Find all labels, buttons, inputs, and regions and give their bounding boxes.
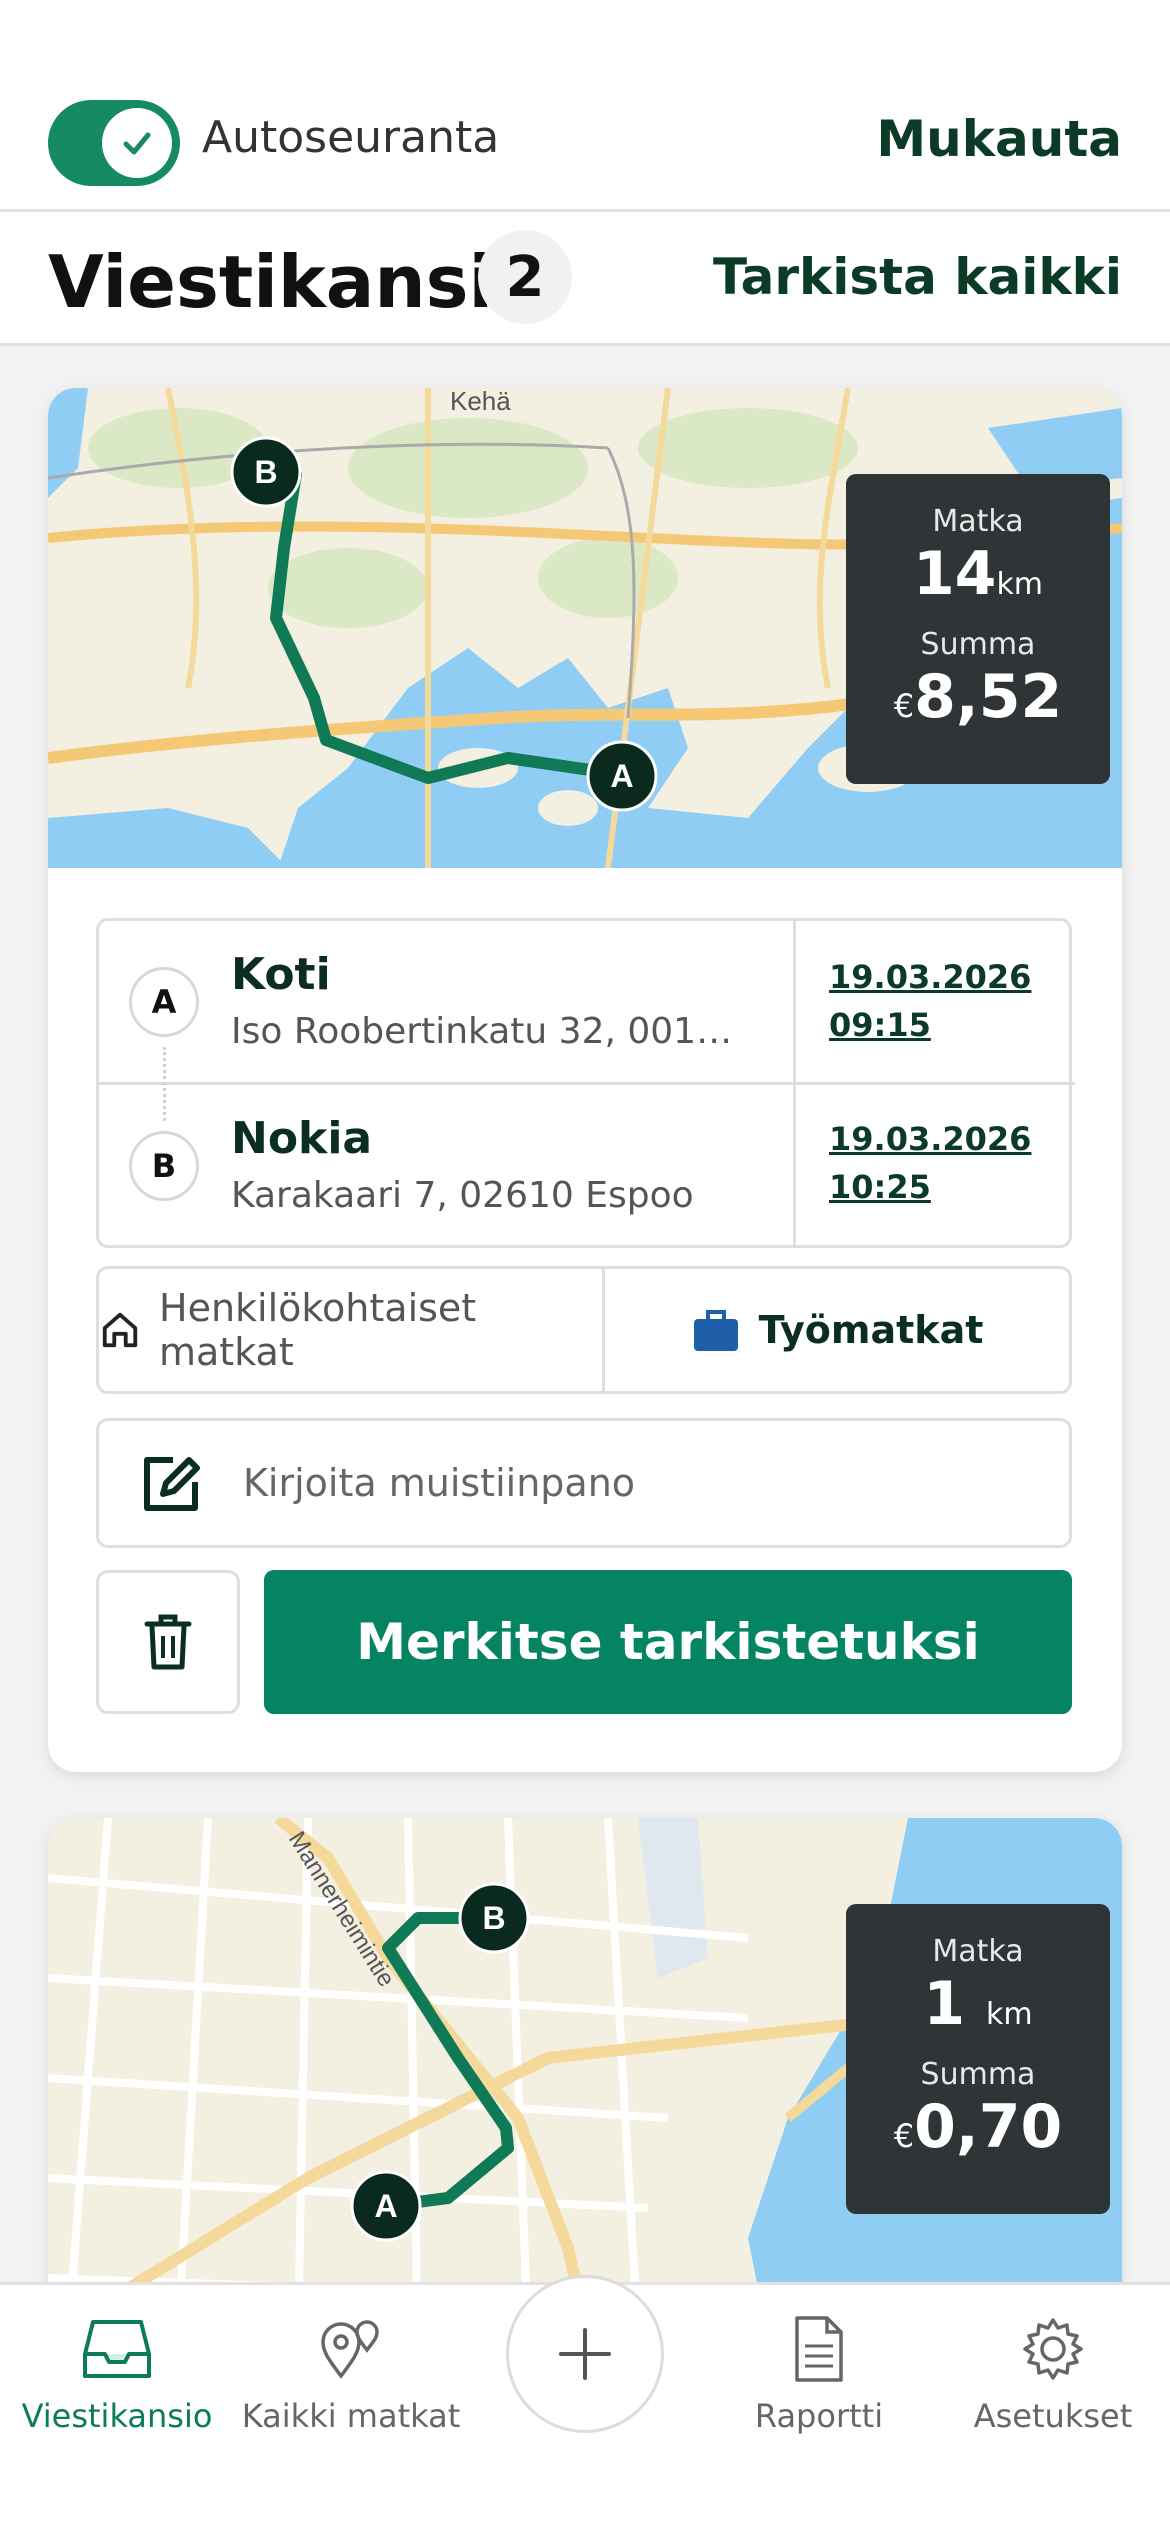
tab-report-label: Raportti bbox=[754, 2397, 884, 2435]
currency-symbol: € bbox=[893, 687, 915, 725]
end-place-name: Nokia bbox=[231, 1113, 373, 1164]
trip-type-selector: Henkilökohtaiset matkat Työmatkat bbox=[96, 1266, 1072, 1394]
trip-stats-panel: Matka 14km Summa €8,52 bbox=[846, 474, 1110, 784]
map-pins-icon bbox=[321, 2320, 379, 2379]
end-datetime[interactable]: 19.03.2026 10:25 bbox=[829, 1115, 1031, 1211]
home-icon bbox=[102, 1312, 138, 1348]
sum-value: €8,52 bbox=[893, 662, 1063, 732]
note-placeholder: Kirjoita muistiinpano bbox=[243, 1461, 636, 1505]
end-place-address: Karakaari 7, 02610 Espoo bbox=[231, 1175, 694, 1216]
page-title: Viestikansio bbox=[48, 240, 543, 324]
start-datetime[interactable]: 19.03.2026 09:15 bbox=[829, 953, 1031, 1049]
document-icon bbox=[795, 2316, 843, 2382]
gear-icon bbox=[1023, 2318, 1083, 2380]
briefcase-icon bbox=[693, 1310, 738, 1351]
check-icon bbox=[123, 132, 151, 155]
personal-trips-label: Henkilökohtaiset matkat bbox=[159, 1286, 477, 1374]
autotrack-toggle[interactable] bbox=[48, 100, 180, 186]
trip-card: Kehä B A Matka 14km Summa €8,52 A Koti I… bbox=[48, 388, 1122, 1772]
map-label-kehä: Kehä bbox=[450, 388, 511, 416]
trash-icon bbox=[144, 1614, 192, 1670]
check-all-button[interactable]: Tarkista kaikki bbox=[713, 248, 1122, 306]
distance-value: 14km bbox=[912, 539, 1044, 609]
start-place-address: Iso Roobertinkatu 32, 00120 ... bbox=[231, 1011, 751, 1052]
currency-symbol: € bbox=[893, 2117, 915, 2155]
edit-note-icon bbox=[144, 1457, 200, 1511]
customize-button[interactable]: Mukauta bbox=[876, 110, 1122, 168]
map-marker-a-label: A bbox=[610, 758, 633, 794]
inbox-header: Viestikansio 2 Tarkista kaikki bbox=[0, 212, 1170, 346]
sum-label: Summa bbox=[920, 627, 1036, 662]
tab-settings-label: Asetukset bbox=[973, 2397, 1133, 2435]
add-trip-button[interactable] bbox=[506, 2275, 664, 2433]
count-badge: 2 bbox=[478, 230, 572, 324]
work-trips-label: Työmatkat bbox=[758, 1308, 984, 1352]
top-bar: Autoseuranta Mukauta bbox=[0, 0, 1170, 212]
tab-inbox-label: Viestikansio bbox=[21, 2397, 213, 2435]
note-input[interactable]: Kirjoita muistiinpano bbox=[96, 1418, 1072, 1548]
trip-stats-panel: Matka 1 km Summa €0,70 bbox=[846, 1904, 1110, 2214]
start-place-name: Koti bbox=[231, 949, 331, 1000]
start-marker: A bbox=[129, 967, 199, 1037]
tab-all-trips[interactable]: Kaikki matkat bbox=[234, 2309, 468, 2435]
end-marker: B bbox=[129, 1131, 199, 1201]
tab-inbox[interactable]: Viestikansio bbox=[0, 2309, 234, 2435]
distance-label: Matka bbox=[932, 504, 1024, 539]
map-marker-b-label: B bbox=[254, 454, 277, 490]
inbox-icon bbox=[83, 2320, 151, 2378]
tab-settings[interactable]: Asetukset bbox=[936, 2309, 1170, 2435]
personal-trips-option[interactable]: Henkilökohtaiset matkat bbox=[99, 1269, 605, 1391]
route-start-row[interactable]: A Koti Iso Roobertinkatu 32, 00120 ... 1… bbox=[99, 921, 1075, 1085]
distance-value: 1 km bbox=[923, 1969, 1033, 2039]
route-details: A Koti Iso Roobertinkatu 32, 00120 ... 1… bbox=[96, 918, 1075, 1249]
distance-unit: km bbox=[986, 1997, 1033, 2032]
trip-card: Mannerheimintie B A Matka 1 km Summa €0,… bbox=[48, 1818, 1122, 2338]
tab-all-trips-label: Kaikki matkat bbox=[241, 2397, 461, 2435]
tab-report[interactable]: Raportti bbox=[702, 2309, 936, 2435]
map-marker-b-label: B bbox=[482, 1900, 505, 1936]
map-marker-a-label: A bbox=[374, 2188, 397, 2224]
sum-value: €0,70 bbox=[893, 2092, 1063, 2162]
toggle-knob bbox=[102, 108, 172, 178]
delete-button[interactable] bbox=[96, 1570, 240, 1714]
work-trips-option[interactable]: Työmatkat bbox=[605, 1269, 1069, 1391]
plus-icon bbox=[559, 2328, 611, 2380]
bottom-tab-bar: Viestikansio Kaikki matkat Raportti Aset… bbox=[0, 2275, 1170, 2532]
distance-unit: km bbox=[996, 567, 1044, 602]
autotrack-label: Autoseuranta bbox=[202, 112, 500, 163]
distance-label: Matka bbox=[932, 1934, 1024, 1969]
route-divider bbox=[793, 921, 796, 1245]
mark-reviewed-button[interactable]: Merkitse tarkistetuksi bbox=[264, 1570, 1072, 1714]
sum-label: Summa bbox=[920, 2057, 1036, 2092]
route-end-row[interactable]: B Nokia Karakaari 7, 02610 Espoo 19.03.2… bbox=[99, 1085, 1075, 1249]
